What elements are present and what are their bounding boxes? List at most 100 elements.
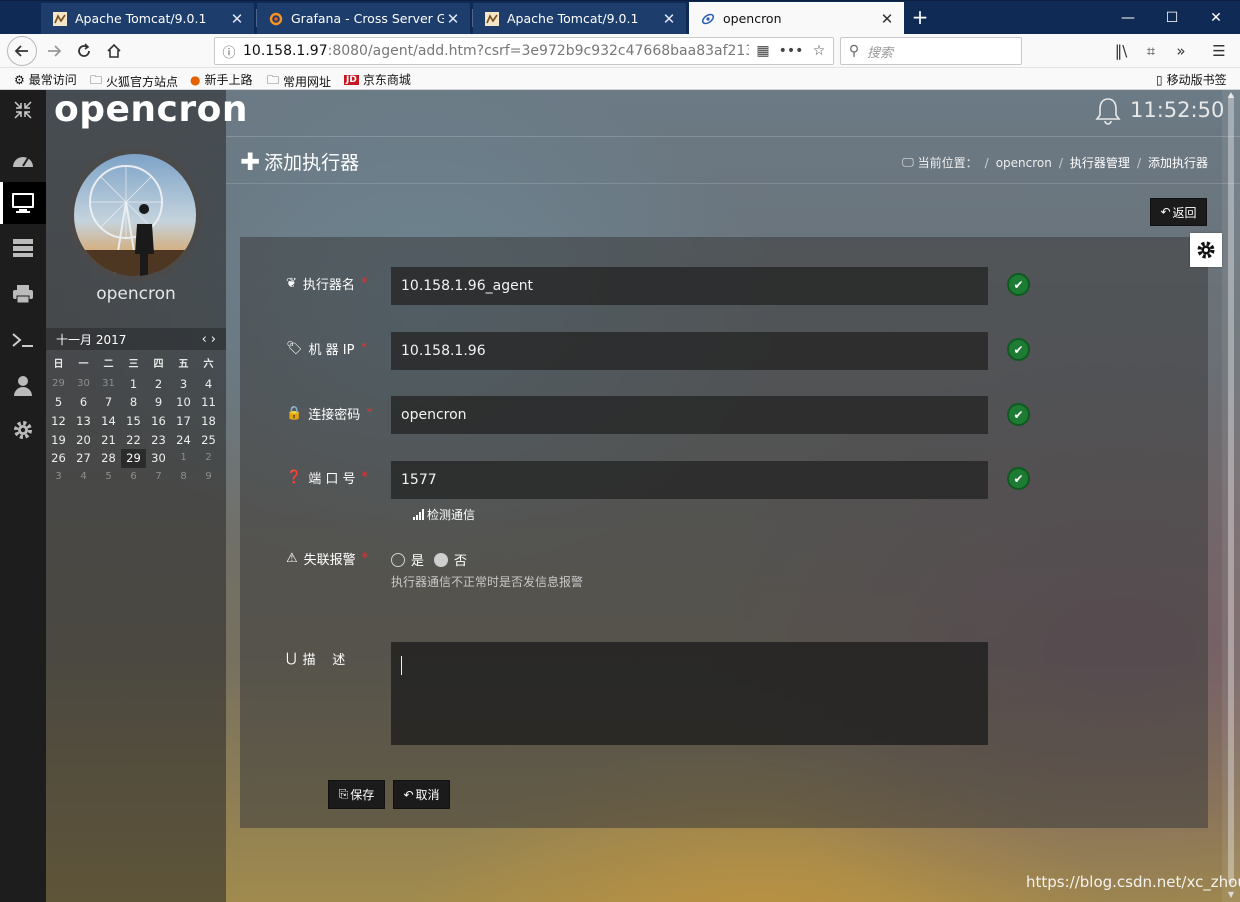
calendar-day[interactable]: 17 — [171, 412, 196, 431]
calendar-day[interactable]: 5 — [46, 393, 71, 412]
alarm-no-radio[interactable] — [434, 552, 449, 567]
machine-ip-input[interactable]: 10.158.1.96 — [391, 332, 988, 370]
calendar-day[interactable]: 1 — [171, 449, 196, 468]
calendar-day[interactable]: 30 — [71, 375, 96, 394]
calendar-day[interactable]: 25 — [196, 431, 221, 450]
port-input[interactable]: 1577 — [391, 461, 988, 499]
alarm-yes-radio[interactable] — [391, 552, 405, 567]
calendar-day[interactable]: 20 — [71, 431, 96, 450]
bookmark-item[interactable]: 🗀 火狐官方站点 — [90, 71, 178, 92]
theme-settings-button[interactable] — [1190, 233, 1222, 267]
close-tab-icon[interactable]: ✕ — [228, 10, 246, 28]
calendar-day[interactable]: 2 — [196, 449, 221, 468]
breadcrumb-item[interactable]: 执行器管理 — [1070, 154, 1130, 171]
sidebar-item-users[interactable] — [0, 366, 46, 406]
calendar-day[interactable]: 13 — [71, 412, 96, 431]
calendar-day[interactable]: 5 — [96, 468, 121, 487]
bookmark-star-icon[interactable]: ☆ — [805, 43, 833, 59]
calendar-day[interactable]: 3 — [46, 468, 71, 487]
calendar-day-today[interactable]: 29 — [121, 449, 146, 469]
calendar-day[interactable]: 8 — [121, 393, 146, 412]
bookmark-item[interactable]: ● 新手上路 — [190, 71, 253, 88]
browser-tab-active[interactable]: opencron ✕ — [689, 2, 904, 35]
more-actions-icon[interactable]: ••• — [777, 43, 805, 59]
url-bar[interactable]: ⓘ 10.158.1.97:8080/agent/add.htm?csrf=3e… — [214, 37, 834, 65]
sidebar-item-jobs[interactable] — [0, 228, 46, 268]
browser-tab[interactable]: Apache Tomcat/9.0.1 ✕ — [41, 3, 254, 34]
calendar-day[interactable]: 15 — [121, 412, 146, 431]
calendar-day[interactable]: 14 — [96, 412, 121, 431]
close-window-button[interactable]: ✕ — [1198, 5, 1234, 31]
calendar-day[interactable]: 7 — [96, 393, 121, 412]
close-tab-icon[interactable]: ✕ — [878, 10, 896, 28]
calendar-day[interactable]: 12 — [46, 412, 71, 431]
calendar-day[interactable]: 3 — [171, 375, 196, 394]
back-button[interactable] — [7, 36, 37, 66]
calendar-day[interactable]: 22 — [121, 431, 146, 450]
calendar-day[interactable]: 28 — [96, 449, 121, 468]
calendar-day[interactable]: 24 — [171, 431, 196, 450]
calendar-day[interactable]: 23 — [146, 431, 171, 450]
library-icon[interactable]: ‖\ — [1108, 38, 1134, 64]
check-connection-link[interactable]: 检测通信 — [413, 506, 475, 523]
calendar-day[interactable]: 9 — [196, 468, 221, 487]
calendar-day[interactable]: 6 — [71, 393, 96, 412]
calendar-day[interactable]: 1 — [121, 375, 146, 394]
overflow-chevron-icon[interactable]: » — [1168, 38, 1194, 64]
sidebar-item-terminal[interactable] — [0, 320, 46, 360]
calendar-day[interactable]: 2 — [146, 375, 171, 394]
calendar-day[interactable]: 29 — [46, 375, 71, 394]
alarm-no-label[interactable]: 否 — [454, 550, 467, 569]
calendar-day[interactable]: 27 — [71, 449, 96, 468]
back-return-button[interactable]: ↶ 返回 — [1150, 198, 1207, 226]
cancel-button[interactable]: ↶ 取消 — [393, 780, 450, 809]
scroll-down-arrow-icon[interactable]: ▼ — [1225, 890, 1237, 900]
app-logo[interactable]: opencron — [54, 90, 248, 134]
close-tab-icon[interactable]: ✕ — [660, 10, 678, 28]
calendar-day[interactable]: 19 — [46, 431, 71, 450]
calendar-day[interactable]: 4 — [196, 375, 221, 394]
calendar-day[interactable]: 8 — [171, 468, 196, 487]
save-button[interactable]: ⎘ 保存 — [328, 780, 385, 809]
calendar-day[interactable]: 4 — [71, 468, 96, 487]
avatar[interactable] — [68, 148, 202, 282]
calendar-day[interactable]: 26 — [46, 449, 71, 468]
calendar-day[interactable]: 9 — [146, 393, 171, 412]
browser-tab[interactable]: Apache Tomcat/9.0.1 ✕ — [473, 3, 686, 34]
bookmark-item[interactable]: ⚙ 最常访问 — [14, 71, 77, 88]
search-bar[interactable]: ⚲ 搜索 — [840, 37, 1022, 65]
sidebar-item-records[interactable] — [0, 274, 46, 314]
scrollbar-thumb[interactable] — [1228, 94, 1234, 884]
calendar-day[interactable]: 16 — [146, 412, 171, 431]
page-scrollbar[interactable]: ▲ ▼ — [1222, 90, 1240, 902]
sidebar-item-dashboard[interactable] — [0, 140, 46, 180]
url-text[interactable]: 10.158.1.97:8080/agent/add.htm?csrf=3e97… — [243, 43, 749, 59]
breadcrumb-item[interactable]: opencron — [996, 156, 1052, 170]
reload-button[interactable] — [70, 37, 98, 65]
new-tab-button[interactable]: + — [906, 5, 934, 31]
home-button[interactable] — [100, 37, 128, 65]
executor-name-input[interactable]: 10.158.1.96_agent — [391, 267, 988, 305]
calendar-day[interactable]: 10 — [171, 393, 196, 412]
mobile-bookmarks[interactable]: ▯ 移动版书签 — [1156, 71, 1227, 88]
forward-button[interactable] — [40, 37, 68, 65]
calendar-day[interactable]: 18 — [196, 412, 221, 431]
calendar-day[interactable]: 21 — [96, 431, 121, 450]
calendar-day[interactable]: 11 — [196, 393, 221, 412]
chevron-right-icon[interactable]: › — [211, 332, 220, 347]
maximize-window-button[interactable]: ☐ — [1154, 5, 1190, 31]
calendar-day[interactable]: 6 — [121, 468, 146, 487]
collapse-sidebar-button[interactable] — [0, 90, 46, 130]
screenshot-crop-icon[interactable]: ⌗ — [1138, 38, 1164, 64]
chevron-left-icon[interactable]: ‹ — [202, 332, 211, 347]
notification-bell-icon[interactable] — [1094, 96, 1122, 129]
sidebar-item-executors[interactable] — [0, 182, 46, 224]
bookmark-item[interactable]: 🗀 常用网址 — [267, 71, 331, 92]
site-info-icon[interactable]: ⓘ — [215, 42, 243, 61]
sidebar-item-settings[interactable] — [0, 410, 46, 450]
close-tab-icon[interactable]: ✕ — [444, 10, 462, 28]
calendar-day[interactable]: 7 — [146, 468, 171, 487]
minimize-window-button[interactable]: — — [1110, 5, 1146, 31]
connection-password-input[interactable]: opencron — [391, 396, 988, 434]
calendar-day[interactable]: 31 — [96, 375, 121, 394]
